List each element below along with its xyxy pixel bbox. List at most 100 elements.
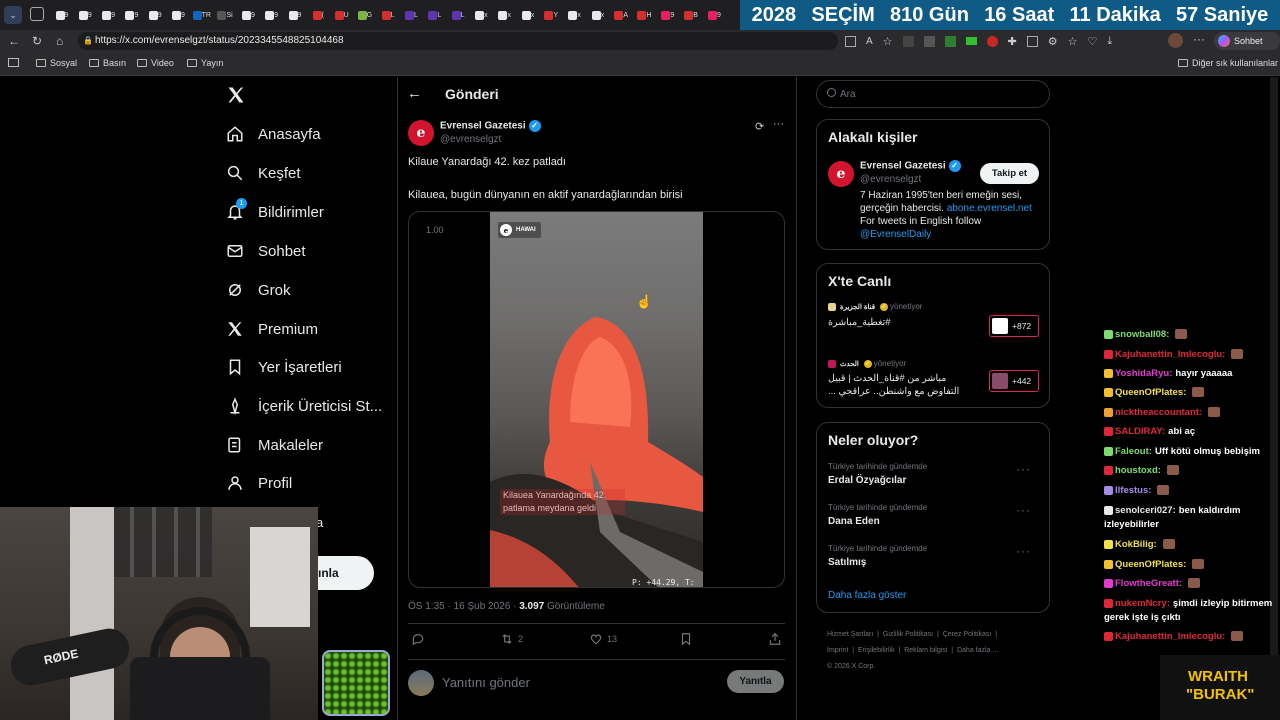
footer-link[interactable]: Hizmet Şartları	[827, 631, 873, 638]
browser-tab[interactable]: 9	[52, 6, 72, 24]
browser-tab[interactable]: x	[495, 6, 515, 24]
tab-actions-button[interactable]: ⌄	[4, 6, 22, 24]
video-player[interactable]: 1.00 e HAWAI Kilauea Yanardağında 42. pa…	[408, 211, 785, 588]
chat-username[interactable]: KokBilig:	[1115, 539, 1157, 550]
collections-icon[interactable]: ☆	[1068, 35, 1078, 48]
nav-explore[interactable]: Keşfet	[226, 158, 301, 188]
chat-username[interactable]: QueenOfPlates:	[1115, 387, 1186, 398]
browser-tab[interactable]: x	[471, 6, 491, 24]
extensions-puzzle-icon[interactable]: ✚	[1008, 35, 1017, 48]
copilot-button[interactable]: Sohbet et	[1214, 32, 1280, 64]
browser-tab[interactable]: L	[448, 6, 468, 24]
chat-username[interactable]: senolceri027:	[1115, 505, 1176, 516]
nav-premium[interactable]: Premium	[226, 314, 318, 344]
heart-icon[interactable]: ♡	[1088, 35, 1098, 48]
extension-icon-2[interactable]	[923, 35, 935, 47]
chat-username[interactable]: Kajuhanettin_Imlecoglu:	[1115, 631, 1225, 642]
chat-username[interactable]: nicktheaccountant:	[1115, 407, 1202, 418]
browser-tab[interactable]: B	[681, 6, 701, 24]
extension-icon-3[interactable]	[944, 35, 956, 47]
x-logo-icon[interactable]	[226, 85, 246, 105]
search-input[interactable]: Ara	[816, 80, 1050, 108]
browser-tab[interactable]: L	[402, 6, 422, 24]
browser-tab[interactable]: 9	[658, 6, 678, 24]
browser-tab[interactable]: TR	[192, 6, 212, 24]
browser-tab[interactable]: x	[588, 6, 608, 24]
download-icon[interactable]: ⤓	[1107, 35, 1112, 48]
more-menu-icon[interactable]: ···	[1193, 32, 1205, 46]
bio-mention[interactable]: @EvrenselDaily	[860, 228, 1045, 241]
author-handle[interactable]: @evrenselgzt	[440, 134, 501, 145]
footer-link[interactable]: Imprint	[827, 647, 848, 654]
nav-grok[interactable]: Grok	[226, 275, 291, 305]
settings-gear-icon[interactable]: ⚙	[1048, 35, 1058, 48]
bookmark-video[interactable]: Video	[137, 58, 174, 68]
browser-tab[interactable]: 9	[75, 6, 95, 24]
workspaces-icon[interactable]	[30, 7, 44, 21]
chat-username[interactable]: houstoxd:	[1115, 465, 1161, 476]
chat-username[interactable]: snowball08:	[1115, 329, 1169, 340]
split-screen-icon[interactable]	[1026, 35, 1038, 47]
follow-button[interactable]: Takip et	[980, 163, 1039, 184]
chat-username[interactable]: llfestus:	[1115, 485, 1151, 496]
post-more-icon[interactable]: ···	[773, 118, 784, 130]
other-bookmarks[interactable]: Diğer sık kullanılanlar	[1178, 58, 1278, 68]
related-name[interactable]: Evrensel Gazetesi	[860, 161, 946, 172]
home-icon[interactable]: ⌂	[56, 34, 63, 48]
chat-username[interactable]: QueenOfPlates:	[1115, 559, 1186, 570]
favorite-icon[interactable]: ☆	[883, 35, 893, 48]
chat-username[interactable]: SALDIRAY:	[1115, 426, 1165, 437]
browser-tab[interactable]: 9	[122, 6, 142, 24]
browser-tab[interactable]: 9	[99, 6, 119, 24]
chat-username[interactable]: YoshidaRyu:	[1115, 368, 1172, 379]
repost-action[interactable]: 2	[500, 632, 523, 646]
browser-tab[interactable]: 9	[704, 6, 724, 24]
related-handle[interactable]: @evrenselgzt	[860, 174, 921, 185]
share-action[interactable]	[768, 632, 782, 646]
footer-link[interactable]: Gizlilik Politikası	[883, 631, 933, 638]
trend-item[interactable]: Türkiye tarihinde gündemde Dana Eden ···	[828, 503, 1043, 533]
chat-username[interactable]: Kajuhanettin_Imlecoglu:	[1115, 349, 1225, 360]
nav-messages[interactable]: Sohbet	[226, 236, 306, 266]
bookmark-basin[interactable]: Basın	[89, 58, 126, 68]
live-item[interactable]: الحدث ✓ yönetiyor مباشر من #قناة_الحدث |…	[828, 359, 1043, 404]
browser-tab[interactable]: 9	[145, 6, 165, 24]
browser-tab[interactable]: x	[565, 6, 585, 24]
chat-username[interactable]: FlowtheGreatt:	[1115, 578, 1182, 589]
live-item[interactable]: قناة الجزيرة ✓ yönetiyor #تغطية_مباشرة +…	[828, 302, 1043, 347]
browser-tab[interactable]: A	[611, 6, 631, 24]
bio-link[interactable]: abone.evrensel.net	[947, 203, 1032, 214]
post-timestamp[interactable]: ÖS 1:35 · 16 Şub 2026 ·	[408, 601, 519, 612]
browser-tab[interactable]: 9	[262, 6, 282, 24]
browser-tab[interactable]: 9	[238, 6, 258, 24]
reader-icon[interactable]	[845, 35, 856, 47]
reload-icon[interactable]: ↻	[32, 34, 42, 48]
show-more-link[interactable]: Daha fazla göster	[828, 590, 906, 601]
browser-tab[interactable]: x	[518, 6, 538, 24]
nav-articles[interactable]: Makaleler	[226, 430, 323, 460]
browser-tab[interactable]: 9	[285, 6, 305, 24]
chat-username[interactable]: Faleout:	[1115, 446, 1152, 457]
footer-link[interactable]: Çerez Politikası	[943, 631, 992, 638]
nav-home[interactable]: Anasayfa	[226, 119, 321, 149]
related-avatar[interactable]: e	[828, 161, 854, 187]
nav-profile[interactable]: Profil	[226, 468, 292, 498]
nav-bookmarks[interactable]: Yer İşaretleri	[226, 352, 342, 382]
bookmark-action[interactable]	[679, 632, 693, 646]
trend-item[interactable]: Türkiye tarihinde gündemde Erdal Özyağcı…	[828, 462, 1043, 492]
footer-link[interactable]: Daha fazla ...	[957, 647, 998, 654]
browser-tab[interactable]: L	[378, 6, 398, 24]
browser-tab[interactable]: 9	[169, 6, 189, 24]
browser-tab[interactable]: H	[635, 6, 655, 24]
trend-more-icon[interactable]: ···	[1016, 462, 1031, 476]
like-action[interactable]: 13	[589, 632, 617, 646]
browser-tab[interactable]: Si	[215, 6, 235, 24]
nav-creator-studio[interactable]: İçerik Üreticisi St...	[226, 391, 382, 421]
profile-avatar[interactable]	[1168, 33, 1183, 48]
trend-more-icon[interactable]: ···	[1016, 503, 1031, 517]
chat-username[interactable]: nukemNcry:	[1115, 598, 1170, 609]
back-icon[interactable]: ←	[8, 34, 20, 48]
browser-tab[interactable]: L	[425, 6, 445, 24]
footer-link[interactable]: Erişilebilirlik	[858, 647, 895, 654]
extension-icon-4[interactable]	[965, 37, 977, 45]
